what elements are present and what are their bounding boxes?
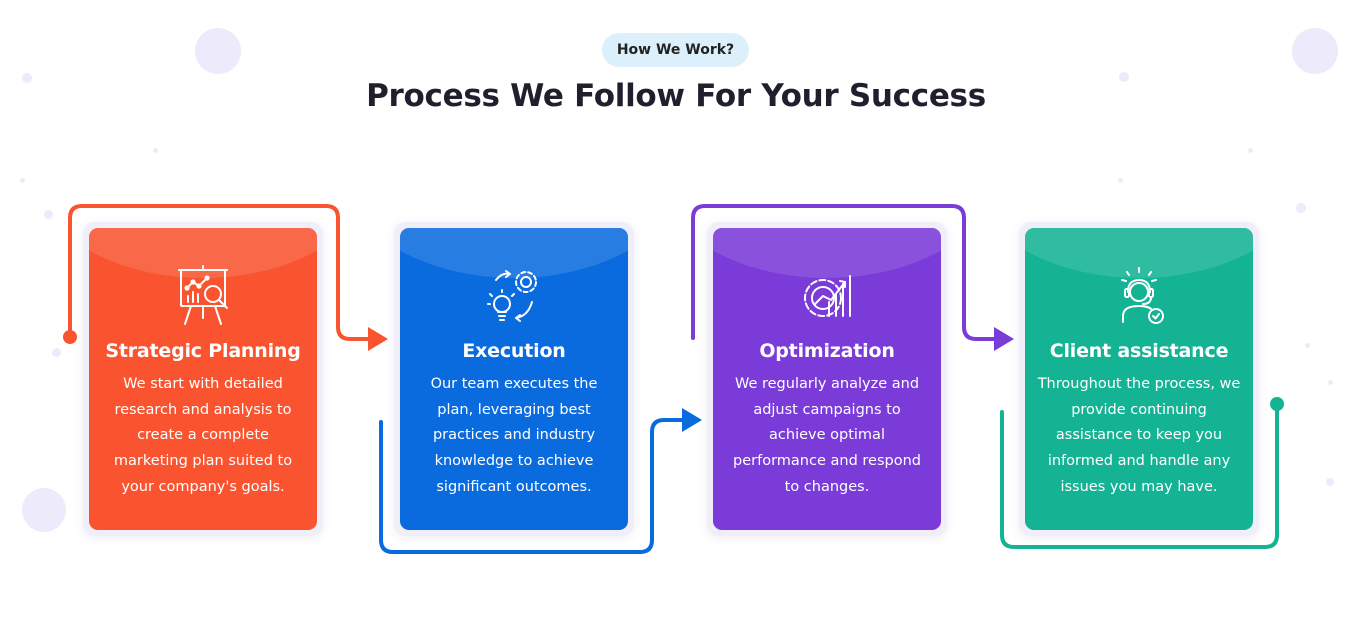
teal-end-dot [1270,397,1284,411]
orange-start-dot [63,330,77,344]
orange-arrowhead [368,327,388,351]
step-title: Execution [462,340,566,362]
blue-arrowhead [682,408,702,432]
step-card-execution: Execution Our team executes the plan, le… [394,222,634,536]
step-description: We regularly analyze and adjust campaign… [733,376,921,495]
step-card-body: Client assistance Throughout the process… [1025,228,1253,530]
step-title: Client assistance [1049,340,1229,362]
gear-bar-chart-icon [804,275,851,317]
step-card-body: Execution Our team executes the plan, le… [400,228,628,530]
step-card-optimization: Optimization We regularly analyze and ad… [707,222,947,536]
presentation-chart-magnifier-icon [178,265,228,325]
step-description: Our team executes the plan, leveraging b… [430,376,598,495]
step-card-body: Optimization We regularly analyze and ad… [713,228,941,530]
step-card-strategic-planning: Strategic Planning We start with detaile… [83,222,323,536]
step-description: We start with detailed research and anal… [113,376,293,495]
step-title: Optimization [759,340,895,362]
lightbulb-gear-icon [487,270,537,322]
step-title: Strategic Planning [105,340,301,362]
step-description: Throughout the process, we provide conti… [1037,376,1241,495]
purple-arrowhead [994,327,1014,351]
step-card-client-assistance: Client assistance Throughout the process… [1019,222,1259,536]
headset-support-icon [1121,267,1164,324]
step-card-body: Strategic Planning We start with detaile… [89,228,317,530]
